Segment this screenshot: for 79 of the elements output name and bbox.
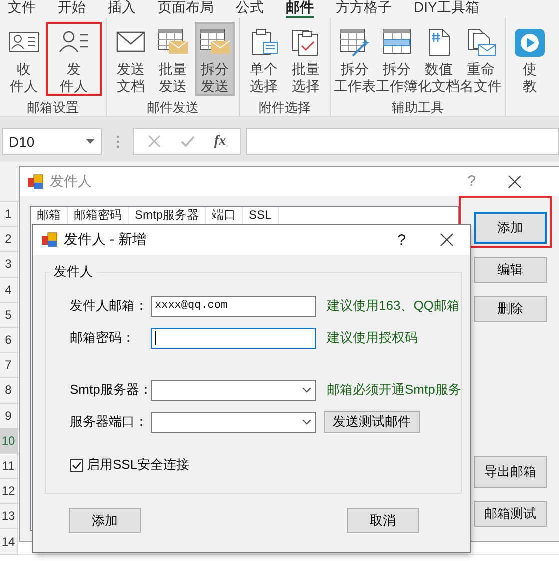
hint-text: 建议使用163、QQ邮箱 (327, 297, 460, 315)
row-number[interactable]: 1 (0, 202, 18, 228)
ribbon-button[interactable]: 拆分 工作簿 (377, 22, 417, 96)
row-number[interactable]: 7 (0, 353, 18, 378)
menu-tab[interactable]: 方方格子 (336, 0, 392, 18)
dialog-button[interactable]: 导出邮箱 (474, 456, 548, 488)
field-label: 邮箱密码： (70, 329, 136, 347)
app-icon (28, 174, 44, 190)
app-icon (42, 232, 58, 248)
row-number[interactable]: 6 (0, 328, 18, 354)
menu-tab[interactable]: 公式 (236, 0, 264, 18)
ribbon-button[interactable]: 发送 文档 (111, 22, 151, 96)
menu-tab[interactable]: 开始 (58, 0, 86, 18)
insert-function-button[interactable]: fx (214, 134, 226, 150)
group-label: 邮件发送 (147, 100, 199, 116)
hint-text: 邮箱必须开通Smtp服务 (327, 381, 462, 399)
dropdown-arrow-icon[interactable] (86, 139, 95, 144)
hint-text: 建议使用授权码 (327, 329, 418, 347)
ribbon-button[interactable]: 发 件人 (46, 22, 102, 96)
ribbon-button[interactable]: 使 教 (510, 22, 550, 96)
menu-tab[interactable]: 插入 (108, 0, 136, 18)
ribbon-button[interactable]: 数值 化文档 (419, 22, 459, 96)
group-label: 邮箱设置 (27, 100, 79, 116)
cell-reference: D10 (9, 134, 35, 150)
group-label: 辅助工具 (392, 100, 444, 116)
row-number[interactable]: 4 (0, 278, 18, 303)
field-label: Smtp服务器： (70, 381, 151, 399)
group-label: 附件选择 (259, 100, 311, 116)
password-field[interactable] (151, 328, 316, 348)
formula-input[interactable] (246, 128, 559, 155)
table-wand-icon (339, 27, 371, 58)
row-number[interactable]: 3 (0, 252, 18, 278)
dialog-button[interactable]: 取消 (347, 508, 419, 533)
field-label: 服务器端口： (70, 413, 149, 431)
menu-tab[interactable]: DIY工具箱 (414, 0, 480, 18)
row-number[interactable]: 11 (0, 454, 18, 480)
test-mail-button[interactable]: 发送测试邮件 (324, 411, 420, 433)
checkmark-icon[interactable] (180, 136, 195, 147)
dialog-button[interactable]: 邮箱测试 (474, 501, 548, 527)
row-number[interactable]: 10 (0, 428, 18, 454)
ribbon-button[interactable]: 拆分 工作表 (335, 22, 375, 96)
row-number[interactable]: 5 (0, 302, 18, 328)
row-number[interactable]: 2 (0, 227, 18, 252)
ribbon-button[interactable]: 拆分 发送 (195, 22, 235, 96)
row-number[interactable]: 14 (0, 529, 18, 555)
window-title: 发件人 - 新增 (64, 231, 148, 249)
field-label: 发件人邮箱： (70, 297, 149, 315)
help-button[interactable]: ? (398, 232, 406, 248)
dropdown-field[interactable] (151, 380, 316, 400)
dialog-button[interactable]: 删除 (474, 296, 548, 322)
dropdown-field[interactable] (151, 412, 316, 432)
chevron-down-icon[interactable] (302, 419, 312, 425)
checkbox[interactable] (70, 458, 83, 472)
group-label: 发件人 (53, 263, 94, 281)
row-number[interactable]: 13 (0, 504, 18, 530)
close-icon[interactable] (440, 233, 454, 247)
name-box[interactable]: D10 (2, 128, 102, 155)
row-number[interactable]: 12 (0, 479, 18, 504)
ribbon-button[interactable]: 批量 选择 (286, 22, 326, 96)
play-tile-icon (514, 27, 546, 58)
ribbon-button[interactable]: 重命 名文件 (461, 22, 501, 96)
row-number[interactable]: 8 (0, 378, 18, 404)
dialog-button[interactable]: 添加 (69, 508, 141, 533)
more-options-icon[interactable] (116, 134, 120, 148)
chevron-down-icon[interactable] (302, 387, 312, 393)
menu-tab[interactable]: 文件 (8, 0, 36, 18)
help-button[interactable]: ? (468, 173, 476, 190)
dialog-button[interactable]: 添加 (474, 212, 548, 244)
input-field[interactable]: xxxx@qq.com (151, 296, 316, 316)
ribbon-button[interactable]: 批量 发送 (153, 22, 193, 96)
window-title: 发件人 (50, 172, 93, 190)
dialog-button[interactable]: 编辑 (474, 257, 548, 283)
menu-tab[interactable]: 页面布局 (158, 0, 214, 18)
checkbox-label[interactable]: 启用SSL安全连接 (87, 456, 190, 474)
close-icon[interactable] (508, 174, 522, 188)
ribbon-button[interactable]: 收 件人 (4, 22, 44, 96)
row-number[interactable]: 9 (0, 404, 18, 429)
ribbon-button[interactable]: 单个 选择 (244, 22, 284, 96)
doc-envelope-icon (465, 27, 497, 58)
